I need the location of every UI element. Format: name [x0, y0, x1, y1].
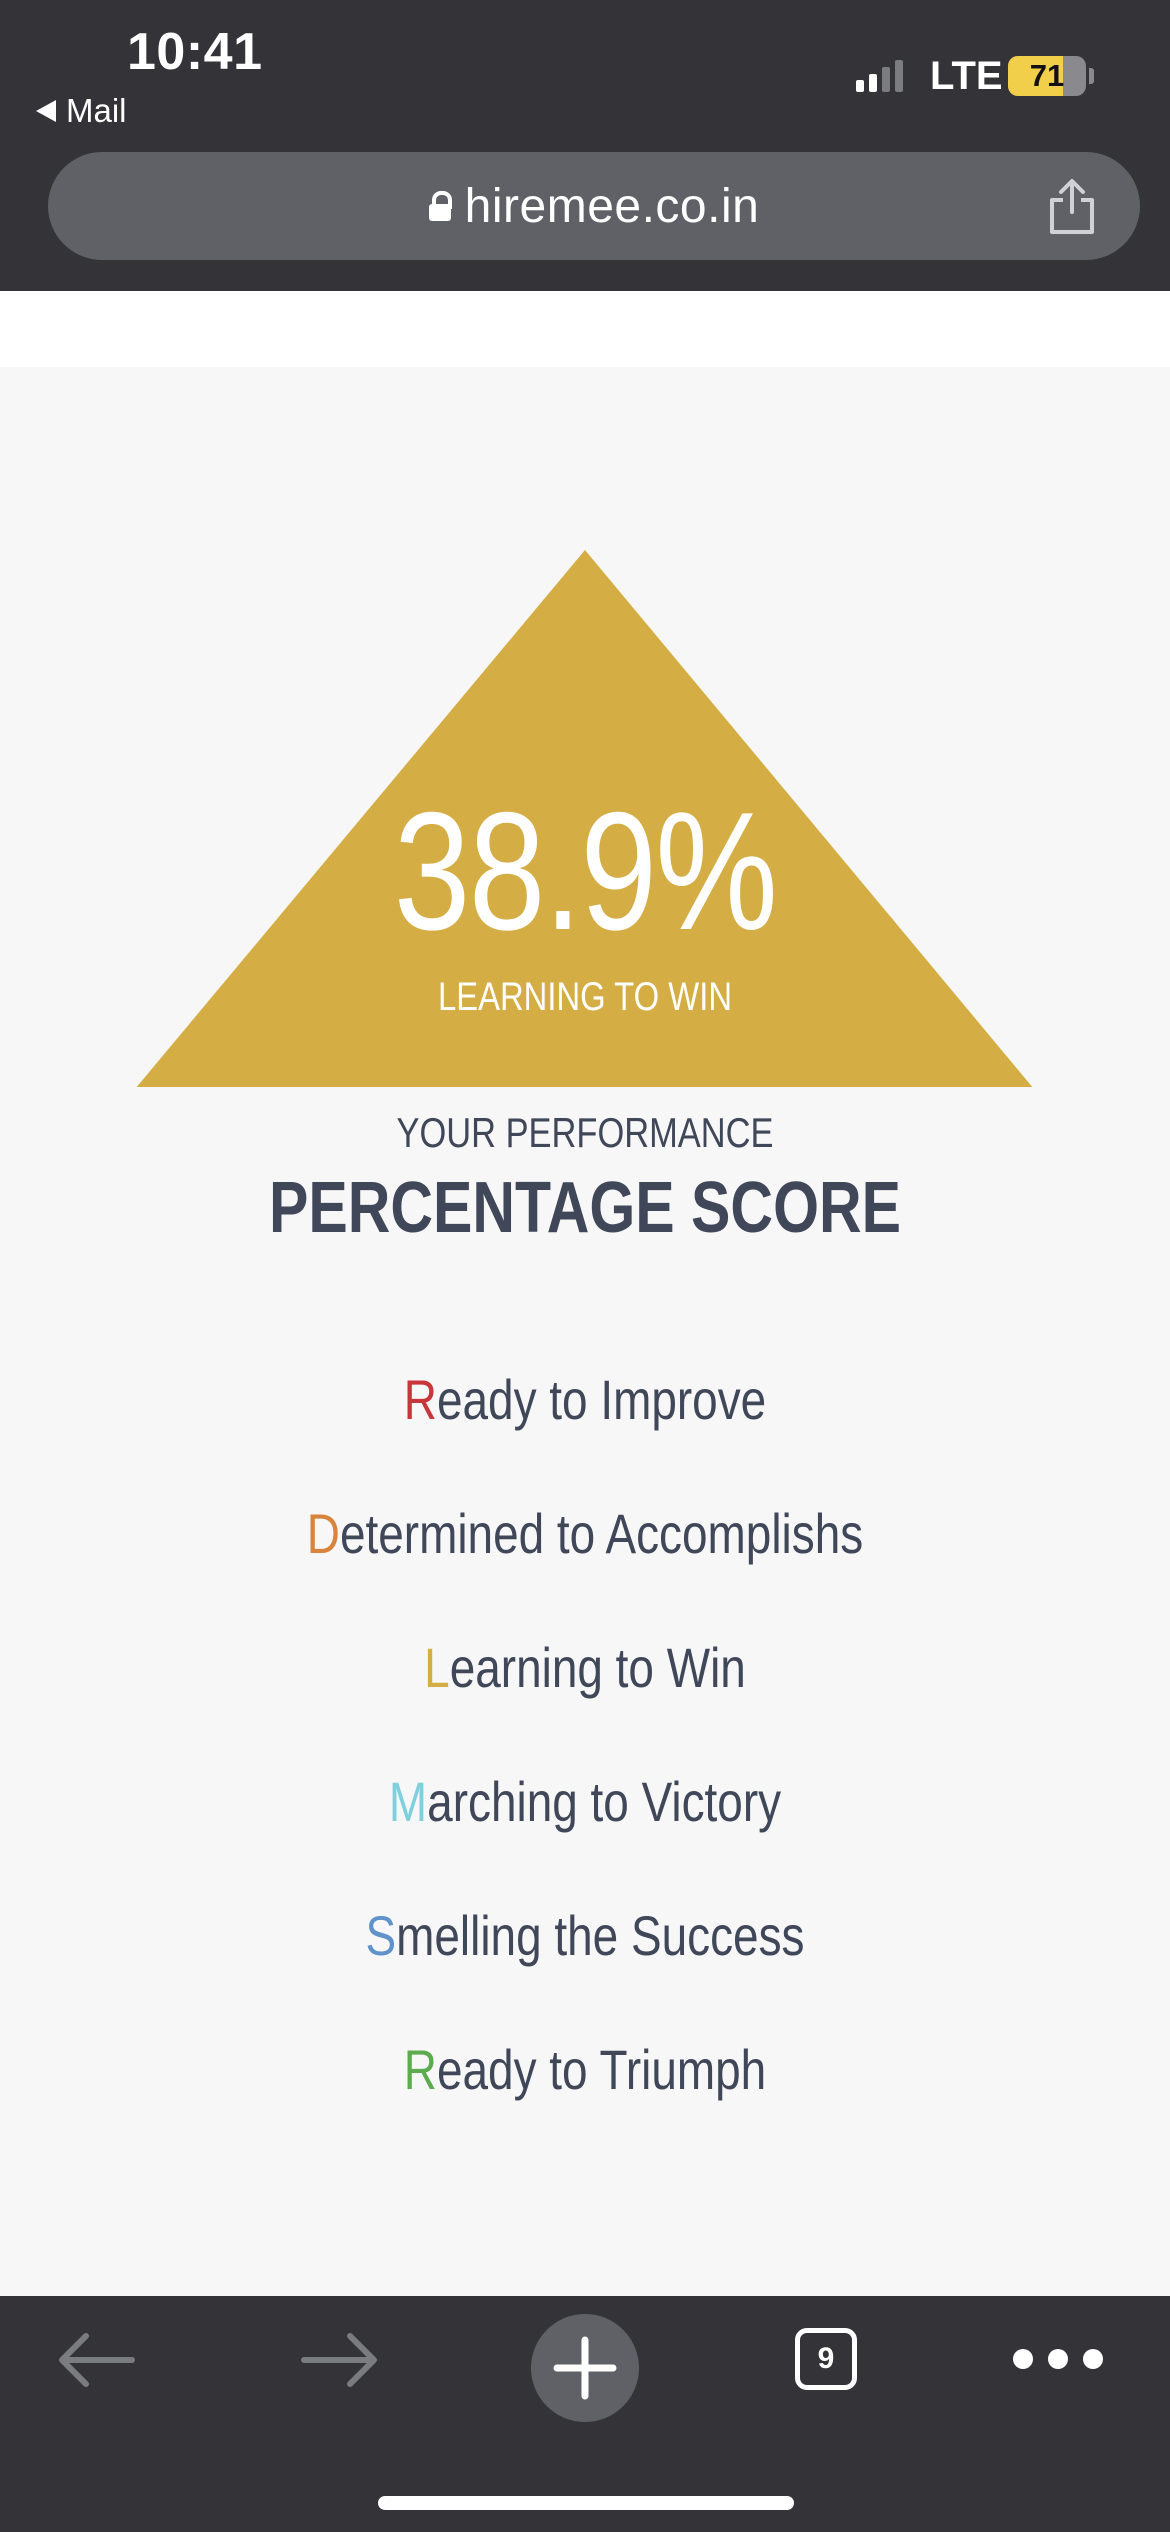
ellipsis-icon[interactable] — [1010, 2346, 1106, 2372]
url-text[interactable]: hiremee.co.in — [465, 179, 760, 234]
share-icon[interactable] — [1044, 176, 1100, 236]
legend-item: Smelling the Success — [105, 1903, 1064, 1968]
legend-item: Ready to Triumph — [105, 2037, 1064, 2102]
legend-label: eady to Triumph — [436, 2038, 767, 2101]
legend-initial: L — [424, 1636, 450, 1699]
browser-top-bar: 10:41 Mail LTE 71 hiremee.co.in — [0, 0, 1170, 291]
back-to-mail-button[interactable]: Mail — [36, 92, 127, 130]
performance-title: PERCENTAGE SCORE — [268, 1168, 902, 1248]
cellular-signal-icon — [856, 58, 903, 92]
performance-label: YOUR PERFORMANCE — [396, 1109, 774, 1156]
battery-nub — [1089, 68, 1094, 84]
battery-icon: 71 — [1008, 56, 1086, 96]
legend-item: Ready to Improve — [105, 1367, 1064, 1432]
back-triangle-icon — [36, 100, 56, 122]
legend-item: Determined to Accomplishs — [105, 1501, 1064, 1566]
back-to-app-label: Mail — [66, 92, 127, 129]
legend-label: eady to Improve — [436, 1368, 767, 1431]
arrow-right-icon[interactable] — [300, 2332, 380, 2388]
score-level-caption: LEARNING TO WIN — [437, 975, 733, 1019]
legend-label: earning to Win — [449, 1636, 746, 1699]
signal-bar — [882, 67, 890, 92]
signal-bar — [869, 74, 877, 92]
percentage-score-value: 38.9% — [393, 777, 778, 965]
home-indicator[interactable] — [378, 2496, 794, 2510]
legend-initial: D — [306, 1502, 340, 1565]
new-tab-button[interactable] — [531, 2314, 639, 2422]
plus-icon — [553, 2336, 617, 2400]
legend-initial: R — [403, 1368, 437, 1431]
tab-count-button[interactable]: 9 — [795, 2328, 857, 2390]
legend-initial: S — [365, 1904, 397, 1967]
legend-label: etermined to Accomplishs — [339, 1502, 864, 1565]
legend-item: Marching to Victory — [105, 1769, 1064, 1834]
legend-label: melling the Success — [396, 1904, 805, 1967]
legend-initial: M — [388, 1770, 428, 1833]
network-type-label: LTE — [930, 54, 1003, 98]
status-time: 10:41 — [127, 23, 263, 81]
score-page: 38.9% LEARNING TO WIN YOUR PERFORMANCE P… — [0, 367, 1170, 2296]
lock-icon — [428, 191, 452, 221]
legend-item: Learning to Win — [105, 1635, 1064, 1700]
address-bar[interactable]: hiremee.co.in — [48, 152, 1140, 260]
battery-percent: 71 — [1029, 58, 1065, 93]
signal-bar — [895, 60, 903, 92]
arrow-left-icon[interactable] — [56, 2332, 136, 2388]
page-header-strip — [0, 291, 1170, 367]
signal-bar — [856, 80, 864, 92]
legend-label: arching to Victory — [427, 1770, 782, 1833]
legend-initial: R — [403, 2038, 437, 2101]
